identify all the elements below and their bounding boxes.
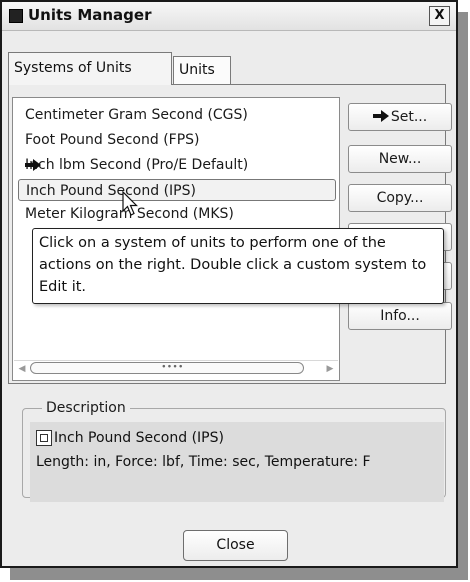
list-item-label: Inch lbm Second (Pro/E Default): [25, 157, 249, 173]
list-item-ips-selected[interactable]: Inch Pound Second (IPS): [18, 179, 336, 201]
scrollbar-grip: ∙∙∙∙: [161, 362, 184, 372]
title-bar[interactable]: Units Manager X: [2, 2, 456, 31]
app-icon: [9, 9, 23, 23]
scrollbar-thumb[interactable]: ∙∙∙∙: [30, 362, 304, 374]
unit-system-icon: [36, 430, 52, 446]
close-window-button[interactable]: X: [429, 6, 450, 26]
window-title: Units Manager: [28, 6, 152, 24]
description-legend: Description: [42, 399, 130, 417]
new-button[interactable]: New...: [348, 145, 452, 173]
description-system-name: Inch Pound Second (IPS): [54, 430, 224, 446]
arrow-right-icon: [25, 159, 41, 171]
horizontal-scrollbar[interactable]: ◀ ∙∙∙∙ ▶: [14, 360, 338, 377]
list-item-cgs[interactable]: Centimeter Gram Second (CGS): [25, 104, 248, 126]
list-item-fps[interactable]: Foot Pound Second (FPS): [25, 129, 200, 151]
description-area: Inch Pound Second (IPS) Length: in, Forc…: [30, 422, 444, 502]
arrow-right-icon: [372, 110, 389, 122]
list-item-pro-e-default[interactable]: Inch lbm Second (Pro/E Default): [25, 154, 248, 176]
help-tooltip: Click on a system of units to perform on…: [32, 228, 444, 304]
mouse-pointer-icon: [122, 191, 138, 216]
scroll-right-arrow-icon[interactable]: ▶: [324, 363, 336, 375]
description-details: Length: in, Force: lbf, Time: sec, Tempe…: [36, 454, 371, 470]
set-button-label: Set...: [390, 109, 428, 125]
close-button[interactable]: Close: [183, 530, 288, 561]
info-button[interactable]: Info...: [348, 302, 452, 330]
tab-systems-of-units[interactable]: Systems of Units: [8, 52, 172, 85]
tab-units[interactable]: Units: [173, 56, 231, 84]
copy-button[interactable]: Copy...: [348, 184, 452, 212]
scroll-left-arrow-icon[interactable]: ◀: [16, 363, 28, 375]
set-button[interactable]: Set...: [348, 103, 452, 131]
